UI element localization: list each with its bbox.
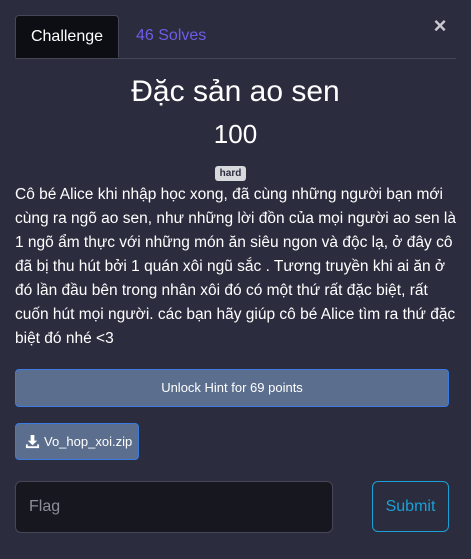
challenge-description: Cô bé Alice khi nhập học xong, đã cùng n… bbox=[15, 186, 456, 347]
tab-bar: Challenge 46 Solves bbox=[15, 15, 456, 59]
download-icon bbox=[25, 435, 40, 449]
difficulty-badge: hard bbox=[215, 166, 246, 181]
tab-challenge[interactable]: Challenge bbox=[15, 15, 119, 58]
download-file-button[interactable]: Vo_hop_xoi.zip bbox=[15, 423, 139, 460]
file-name: Vo_hop_xoi.zip bbox=[44, 434, 133, 449]
challenge-title: Đặc sản ao sen bbox=[131, 75, 340, 108]
challenge-modal: × Challenge 46 Solves Đặc sản ao sen 100… bbox=[0, 0, 471, 559]
submit-button[interactable]: Submit bbox=[372, 481, 449, 532]
flag-input[interactable] bbox=[15, 481, 333, 533]
challenge-points: 100 bbox=[213, 119, 258, 149]
tab-solves[interactable]: 46 Solves bbox=[136, 15, 206, 58]
unlock-hint-button[interactable]: Unlock Hint for 69 points bbox=[15, 369, 449, 407]
